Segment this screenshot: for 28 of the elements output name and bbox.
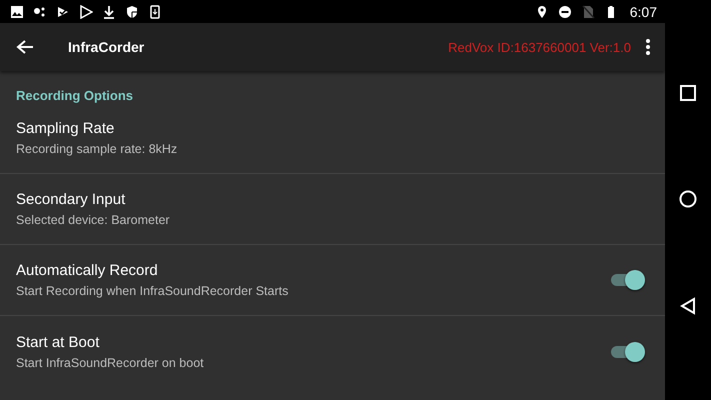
back-nav-button[interactable] xyxy=(680,297,696,316)
status-time: 6:07 xyxy=(630,4,657,20)
back-button[interactable] xyxy=(16,39,34,55)
do-not-disturb-icon xyxy=(558,4,572,18)
setting-summary: Start InfraSoundRecorder on boot xyxy=(16,356,204,370)
download-icon xyxy=(102,4,116,18)
recents-button[interactable] xyxy=(680,84,696,101)
setting-title[interactable]: Sampling Rate xyxy=(16,120,114,137)
home-button[interactable] xyxy=(679,190,697,208)
dots-icon xyxy=(33,4,47,18)
setting-title[interactable]: Automatically Record xyxy=(16,262,158,279)
app-title: InfraCorder xyxy=(68,39,144,55)
play-icon xyxy=(79,4,93,18)
section-heading: Recording Options xyxy=(15,87,134,103)
device-info: RedVox ID:1637660001 Ver:1.0 xyxy=(448,40,631,54)
image-icon xyxy=(10,4,24,18)
toggle-switch[interactable] xyxy=(609,340,645,362)
check-icon xyxy=(56,4,70,18)
setting-summary: Start Recording when InfraSoundRecorder Starts xyxy=(16,284,288,298)
shield-icon xyxy=(125,4,139,18)
no-sim-icon xyxy=(580,4,595,18)
setting-title[interactable]: Start at Boot xyxy=(16,334,100,350)
setting-title[interactable]: Secondary Input xyxy=(16,191,126,208)
toggle-switch[interactable] xyxy=(609,269,645,291)
more-options-button[interactable] xyxy=(645,38,651,56)
phone-download-icon xyxy=(148,4,162,18)
setting-summary: Selected device: Barometer xyxy=(16,213,170,227)
setting-summary: Recording sample rate: 8kHz xyxy=(16,142,178,156)
